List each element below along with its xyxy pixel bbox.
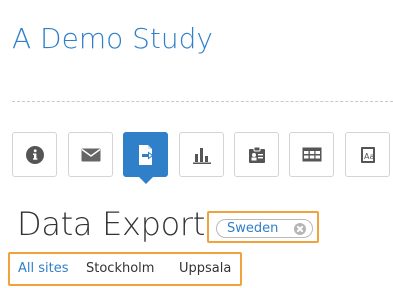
participants-button[interactable] [234,132,279,177]
bar-chart-icon [192,146,212,164]
forms-button[interactable]: Aa [345,132,390,177]
font-icon: Aa [360,146,376,164]
site-link-all-sites[interactable]: All sites [18,261,69,276]
site-link-uppsala[interactable]: Uppsala [179,261,231,276]
close-icon[interactable] [294,223,306,235]
table-button[interactable] [289,132,334,177]
active-caret [137,176,154,184]
export-icon [137,144,155,166]
site-chip-label: Sweden [227,221,279,236]
table-icon [302,147,322,162]
site-chip[interactable]: Sweden [216,219,313,238]
site-link-stockholm[interactable]: Stockholm [86,261,154,276]
study-title: A Demo Study [12,22,213,55]
mail-button[interactable] [68,132,113,177]
mail-icon [81,148,101,162]
charts-button[interactable] [179,132,224,177]
divider [12,101,393,102]
id-card-icon [248,146,266,164]
page-title: Data Export [17,205,206,243]
info-button[interactable] [12,132,57,177]
site-chip-highlight: Sweden [207,211,319,243]
export-button[interactable] [123,132,168,184]
info-icon [25,145,44,164]
svg-text:Aa: Aa [364,152,374,161]
